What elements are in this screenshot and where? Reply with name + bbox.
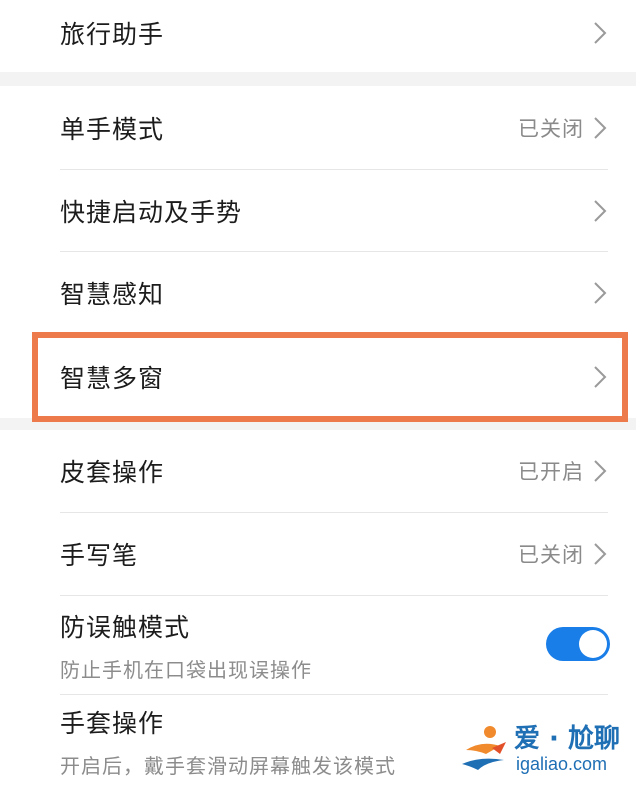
chevron-right-icon: [594, 366, 607, 388]
status-text: 已关闭: [518, 117, 584, 141]
settings-item-cover-operation[interactable]: 皮套操作 已开启: [0, 430, 636, 512]
settings-item-travel-assistant[interactable]: 旅行助手: [0, 0, 636, 66]
chevron-right-icon: [594, 200, 607, 222]
status-text: 已关闭: [518, 543, 584, 567]
settings-item-stylus[interactable]: 手写笔 已关闭: [0, 513, 636, 595]
chevron-right-icon: [594, 22, 607, 44]
settings-item-smart-multiwindow[interactable]: 智慧多窗: [0, 336, 636, 418]
settings-item-label: 单手模式: [60, 115, 165, 144]
chevron-right-icon: [594, 117, 607, 139]
chevron-right-icon: [594, 282, 607, 304]
settings-item-label: 智慧感知: [60, 280, 165, 309]
settings-item-label: 皮套操作: [60, 458, 165, 487]
section-gap: [0, 72, 636, 86]
chevron-right-icon: [594, 460, 607, 482]
settings-page: 旅行助手 单手模式 已关闭 快捷启动及手势 智慧感知 智慧多窗 皮套操作 已开启…: [0, 0, 636, 788]
settings-item-quick-launch[interactable]: 快捷启动及手势: [0, 170, 636, 252]
settings-item-description: 开启后，戴手套滑动屏幕触发该模式: [60, 754, 396, 778]
watermark-url: igaliao.com: [516, 754, 608, 774]
settings-item-label: 快捷启动及手势: [60, 198, 243, 227]
accidental-touch-toggle[interactable]: [546, 627, 610, 661]
settings-item-label: 手写笔: [60, 541, 139, 570]
chevron-right-icon: [594, 543, 607, 565]
watermark-title: 爱 · 尬聊: [514, 724, 620, 754]
settings-item-description: 防止手机在口袋出现误操作: [60, 657, 312, 682]
settings-item-one-hand-mode[interactable]: 单手模式 已关闭: [0, 86, 636, 170]
settings-item-smart-sensing[interactable]: 智慧感知: [0, 252, 636, 334]
settings-item-accidental-touch: 防误触模式 防止手机在口袋出现误操作: [0, 596, 636, 694]
settings-item-label: 旅行助手: [60, 20, 165, 49]
watermark: 爱 · 尬聊 igaliao.com: [456, 718, 626, 780]
settings-item-label: 智慧多窗: [60, 364, 165, 393]
settings-item-label: 防误触模式: [60, 612, 191, 642]
site-logo-icon: [462, 726, 506, 770]
section-gap: [0, 418, 636, 430]
status-text: 已开启: [518, 460, 584, 484]
toggle-knob: [579, 630, 607, 658]
settings-item-label: 手套操作: [60, 709, 165, 738]
